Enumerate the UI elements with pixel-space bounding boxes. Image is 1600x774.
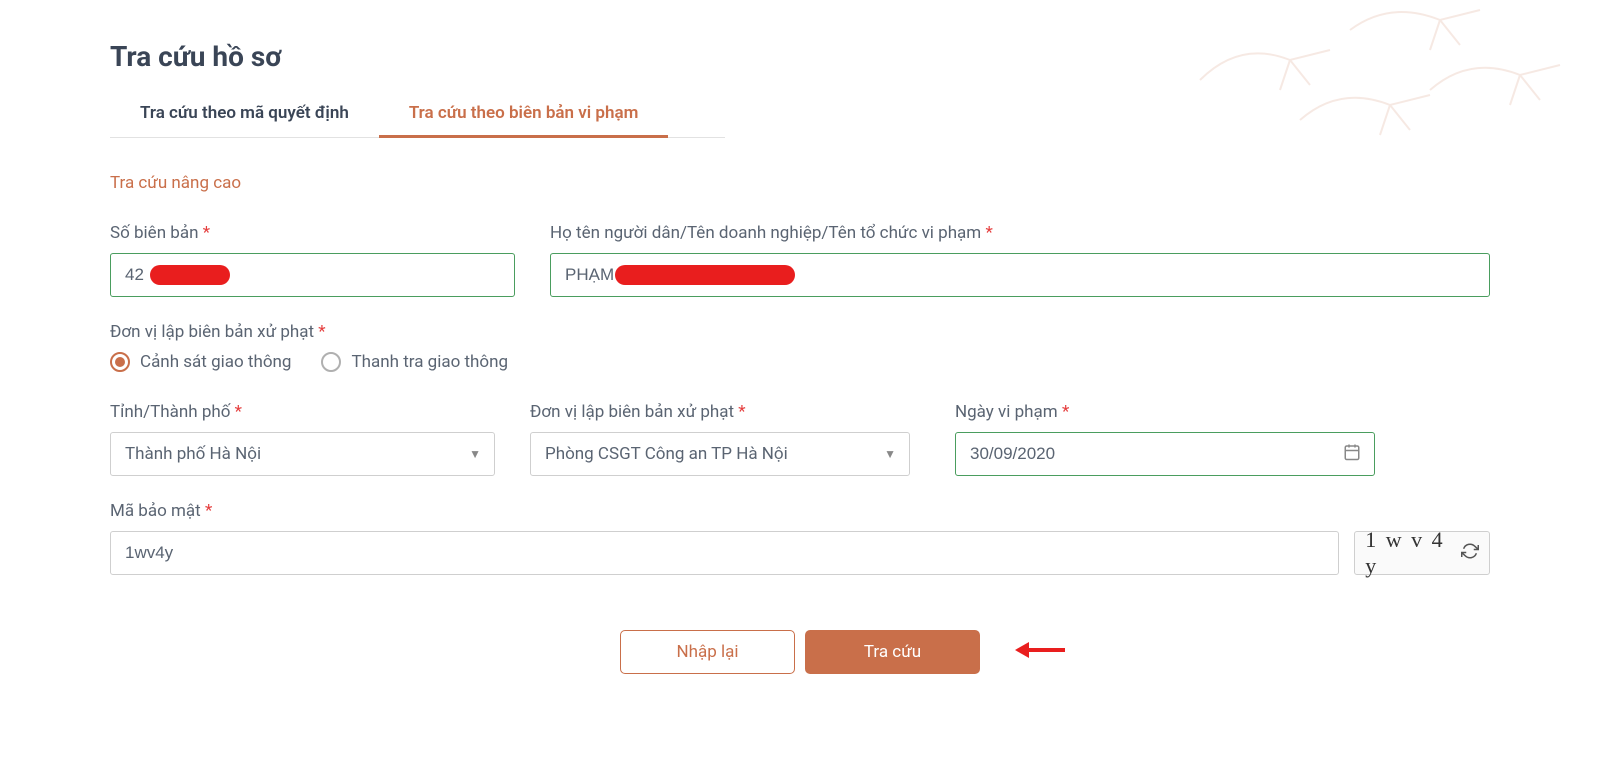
refresh-icon[interactable] bbox=[1461, 542, 1479, 564]
redaction-overlay bbox=[615, 265, 795, 285]
radio-traffic-police[interactable]: Cảnh sát giao thông bbox=[110, 352, 291, 372]
captcha-label: Mã bảo mật * bbox=[110, 501, 1490, 521]
violation-date-label: Ngày vi phạm * bbox=[955, 402, 1375, 422]
violation-date-input[interactable] bbox=[955, 432, 1375, 476]
unit-select[interactable]: Phòng CSGT Công an TP Hà Nội bbox=[530, 432, 910, 476]
arrow-left-icon bbox=[1015, 638, 1065, 666]
calendar-icon[interactable] bbox=[1343, 443, 1361, 465]
advanced-search-link[interactable]: Tra cứu nâng cao bbox=[110, 173, 1490, 193]
search-button[interactable]: Tra cứu bbox=[805, 630, 980, 674]
tabs-container: Tra cứu theo mã quyết định Tra cứu theo … bbox=[110, 93, 725, 138]
captcha-display: 1 w v 4 y bbox=[1354, 531, 1490, 575]
tab-by-violation-record[interactable]: Tra cứu theo biên bản vi phạm bbox=[379, 93, 669, 138]
issuing-unit-section-label: Đơn vị lập biên bản xử phạt * bbox=[110, 322, 1490, 342]
captcha-input[interactable] bbox=[110, 531, 1339, 575]
redaction-overlay bbox=[150, 265, 230, 285]
unit-label: Đơn vị lập biên bản xử phạt * bbox=[530, 402, 910, 422]
tab-by-decision-code[interactable]: Tra cứu theo mã quyết định bbox=[110, 93, 379, 138]
radio-circle-checked bbox=[110, 352, 130, 372]
radio-circle-unchecked bbox=[321, 352, 341, 372]
city-label: Tỉnh/Thành phố * bbox=[110, 402, 495, 422]
person-name-label: Họ tên người dân/Tên doanh nghiệp/Tên tổ… bbox=[550, 223, 1490, 243]
reset-button[interactable]: Nhập lại bbox=[620, 630, 795, 674]
record-number-label: Số biên bản * bbox=[110, 223, 515, 243]
page-title: Tra cứu hồ sơ bbox=[110, 40, 1490, 73]
decorative-bird-pattern bbox=[1150, 0, 1600, 200]
radio-traffic-inspector[interactable]: Thanh tra giao thông bbox=[321, 352, 508, 372]
city-select[interactable]: Thành phố Hà Nội bbox=[110, 432, 495, 476]
